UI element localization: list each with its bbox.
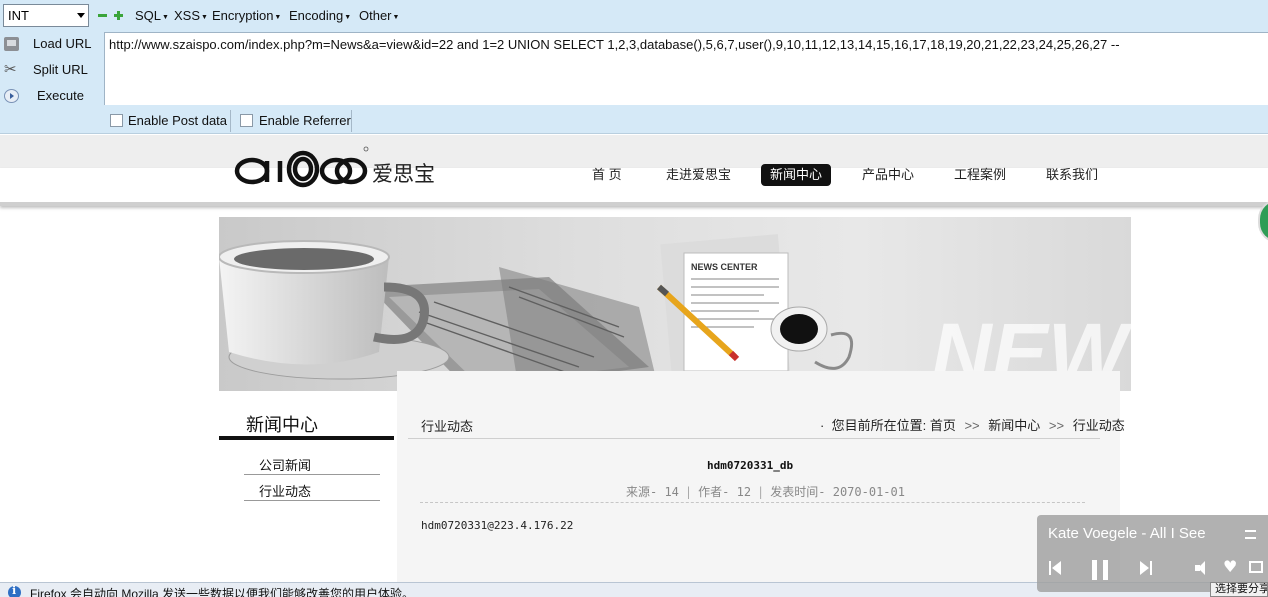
load-icon bbox=[4, 37, 19, 51]
referrer-label: Enable Referrer bbox=[259, 113, 351, 128]
menu-sql[interactable]: SQL▼ bbox=[135, 8, 169, 23]
article-meta: 来源- 14 | 作者- 12 | 发表时间- 2070-01-01 bbox=[626, 483, 905, 500]
nav-about[interactable]: 走进爱思宝 bbox=[657, 164, 740, 186]
nav-cases[interactable]: 工程案例 bbox=[945, 164, 1015, 186]
decrease-icon[interactable] bbox=[98, 11, 107, 20]
post-data-checkbox[interactable] bbox=[110, 114, 123, 127]
menu-encoding-label: Encoding bbox=[289, 8, 344, 23]
menu-sql-label: SQL bbox=[135, 8, 162, 23]
menu-other[interactable]: Other▼ bbox=[359, 8, 399, 23]
breadcrumb-home[interactable]: 首页 bbox=[930, 418, 956, 433]
play-icon bbox=[4, 89, 19, 103]
hackbar-options: Enable Post data Enable Referrer bbox=[104, 106, 1268, 134]
menu-icon[interactable] bbox=[1245, 530, 1256, 539]
sidebar-item-label: 公司新闻 bbox=[259, 458, 312, 473]
hackbar-top-row: INT SQL▼ XSS▼ Encryption▼ Encoding▼ Othe… bbox=[0, 0, 1268, 32]
breadcrumb-separator: >> bbox=[1048, 418, 1065, 433]
breadcrumb-current[interactable]: 行业动态 bbox=[1073, 418, 1125, 433]
meta-divider: | bbox=[684, 485, 693, 499]
dropdown-arrow-icon: ▼ bbox=[162, 14, 169, 21]
nav-products[interactable]: 产品中心 bbox=[853, 164, 923, 186]
section-title: 行业动态 bbox=[421, 419, 474, 434]
referrer-checkbox[interactable] bbox=[240, 114, 253, 127]
article-title: hdm0720331_db bbox=[707, 459, 794, 472]
article-date: 发表时间- 2070-01-01 bbox=[770, 485, 905, 499]
breadcrumb-bullet-icon: · bbox=[820, 418, 825, 433]
article-source: 来源- 14 bbox=[626, 485, 679, 499]
dropdown-arrow-icon: ▼ bbox=[344, 14, 352, 21]
nav-contact[interactable]: 联系我们 bbox=[1037, 164, 1107, 186]
heart-icon[interactable]: ♥ bbox=[1223, 557, 1237, 576]
sidebar-item-industry-news[interactable]: 行业动态 bbox=[244, 475, 380, 501]
type-select[interactable]: INT bbox=[3, 4, 89, 27]
sidebar-item-label: 行业动态 bbox=[259, 484, 312, 499]
divider bbox=[420, 502, 1085, 503]
article-body: hdm0720331@223.4.176.22 bbox=[421, 519, 574, 532]
breadcrumb-prefix: 您目前所在位置: bbox=[831, 418, 927, 433]
previous-track-icon[interactable] bbox=[1049, 561, 1062, 575]
news-banner: NEWS CENTER NEW bbox=[219, 217, 1131, 391]
menu-xss[interactable]: XSS▼ bbox=[174, 8, 208, 23]
scissors-icon bbox=[4, 60, 19, 78]
volume-icon[interactable] bbox=[1195, 561, 1211, 575]
load-url-button[interactable]: Load URL bbox=[0, 32, 104, 56]
increase-icon[interactable] bbox=[114, 11, 123, 20]
split-url-label: Split URL bbox=[33, 62, 88, 77]
type-select-value: INT bbox=[8, 8, 29, 23]
next-track-icon[interactable] bbox=[1140, 561, 1153, 575]
dropdown-arrow-icon: ▼ bbox=[274, 14, 282, 21]
dropdown-arrow-icon: ▼ bbox=[201, 14, 208, 21]
menu-other-label: Other bbox=[359, 8, 392, 23]
divider bbox=[408, 438, 1100, 439]
breadcrumb: · 您目前所在位置: 首页 >> 新闻中心 >> 行业动态 bbox=[820, 415, 1125, 434]
menu-encoding[interactable]: Encoding▼ bbox=[289, 8, 351, 23]
logo-text: 爱思宝 bbox=[372, 162, 435, 186]
split-url-button[interactable]: Split URL bbox=[0, 58, 104, 82]
share-choice-button[interactable]: 选择要分享 bbox=[1210, 582, 1268, 597]
breadcrumb-news[interactable]: 新闻中心 bbox=[988, 418, 1040, 433]
pause-icon[interactable] bbox=[1092, 560, 1108, 580]
execute-label: Execute bbox=[37, 88, 84, 103]
info-icon bbox=[8, 584, 21, 597]
menu-xss-label: XSS bbox=[174, 8, 201, 23]
media-track-title: Kate Voegele - All I See bbox=[1048, 525, 1206, 542]
hackbar-actions: Load URL Split URL Execute bbox=[0, 32, 104, 134]
article-author: 作者- 12 bbox=[698, 485, 752, 499]
chevron-down-icon bbox=[77, 13, 85, 18]
hackbar-toolbar: INT SQL▼ XSS▼ Encryption▼ Encoding▼ Othe… bbox=[0, 0, 1268, 134]
menu-encryption-label: Encryption bbox=[212, 8, 274, 23]
banner-paper-heading: NEWS CENTER bbox=[691, 262, 758, 272]
dropdown-arrow-icon: ▼ bbox=[392, 14, 400, 21]
nav-news[interactable]: 新闻中心 bbox=[761, 164, 832, 186]
sidebar-title: 新闻中心 bbox=[246, 415, 318, 435]
sidebar-title-underline bbox=[219, 436, 394, 440]
nav-home[interactable]: 首 页 bbox=[583, 164, 631, 186]
url-textarea[interactable]: http://www.szaispo.com/index.php?m=News&… bbox=[104, 32, 1268, 105]
load-url-label: Load URL bbox=[33, 36, 92, 51]
divider bbox=[230, 110, 231, 132]
menu-encryption[interactable]: Encryption▼ bbox=[212, 8, 281, 23]
post-data-label: Enable Post data bbox=[128, 113, 228, 128]
meta-divider: | bbox=[757, 485, 765, 499]
media-player-popup: Kate Voegele - All I See ♥ bbox=[1037, 515, 1268, 592]
screen-icon[interactable] bbox=[1249, 561, 1263, 573]
firefox-notice-text: Firefox 会自动向 Mozilla 发送一些数据以便我们能够改善您的用户体… bbox=[30, 587, 415, 597]
divider bbox=[351, 110, 352, 132]
execute-button[interactable]: Execute bbox=[0, 84, 104, 108]
sidebar-item-company-news[interactable]: 公司新闻 bbox=[244, 449, 380, 475]
breadcrumb-separator: >> bbox=[964, 418, 980, 433]
